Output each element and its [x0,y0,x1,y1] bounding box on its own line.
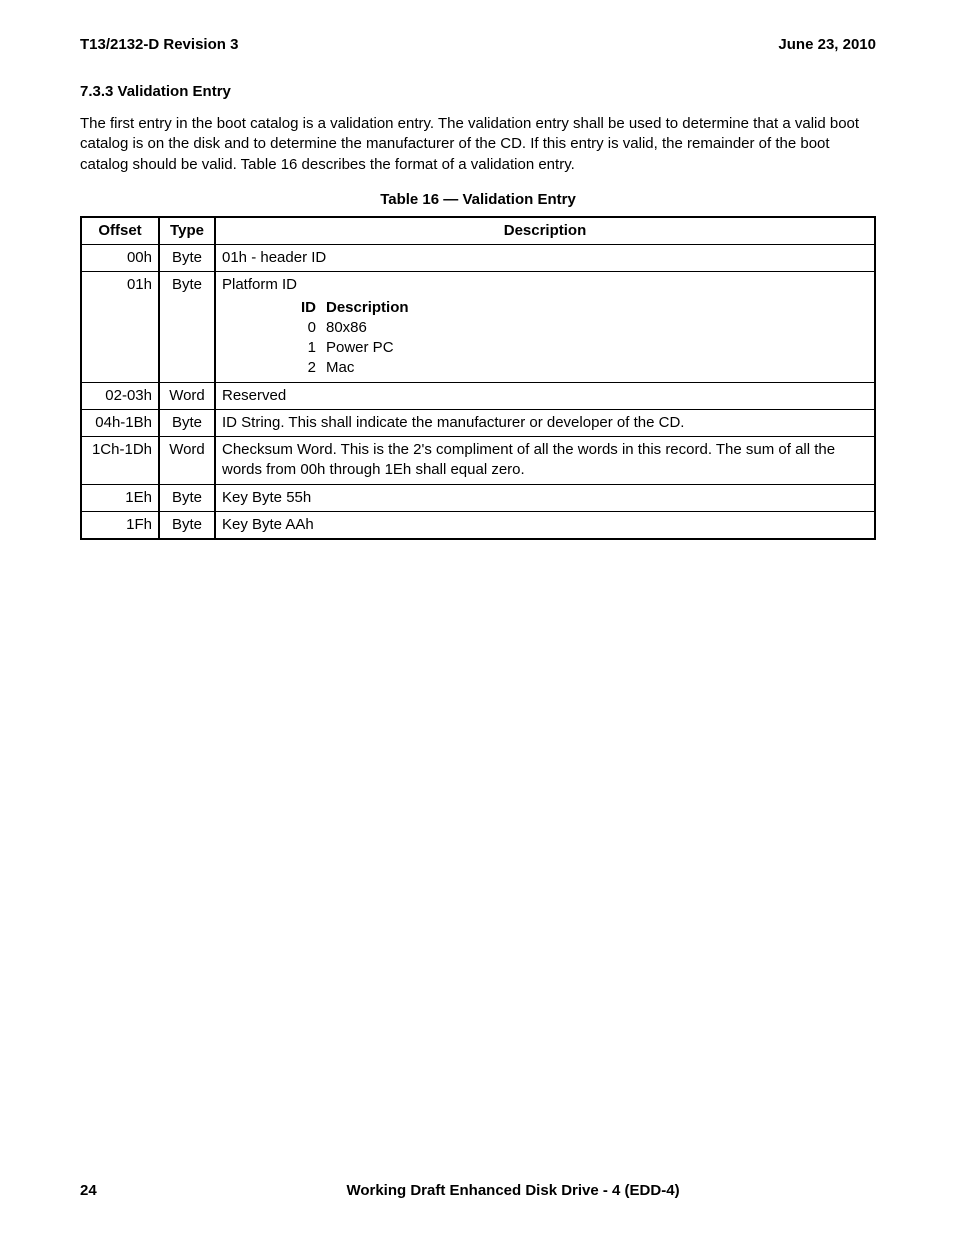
section-heading: 7.3.3 Validation Entry [80,83,876,100]
cell-description: Checksum Word. This is the 2's complimen… [215,437,875,485]
sub-desc: Mac [326,358,354,378]
table-row: 1Ch-1Dh Word Checksum Word. This is the … [81,437,875,485]
sub-id: 1 [272,338,316,358]
cell-type: Byte [159,272,215,382]
doc-date: June 23, 2010 [778,36,876,53]
col-header-type: Type [159,217,215,245]
cell-offset: 1Ch-1Dh [81,437,159,485]
sub-col-description: Description [326,298,409,318]
cell-offset: 1Fh [81,511,159,539]
page-number: 24 [80,1182,150,1199]
sub-desc: 80x86 [326,318,367,338]
sub-desc: Power PC [326,338,394,358]
col-header-offset: Offset [81,217,159,245]
cell-description: Platform ID ID Description 0 80x86 1 Pow… [215,272,875,382]
table-caption: Table 16 — Validation Entry [80,191,876,208]
sub-col-id: ID [272,298,316,318]
subtable-row: 2 Mac [272,358,868,378]
cell-offset: 1Eh [81,484,159,511]
cell-description: 01h - header ID [215,245,875,272]
cell-description: Reserved [215,382,875,409]
table-header-row: Offset Type Description [81,217,875,245]
sub-id: 2 [272,358,316,378]
cell-offset: 00h [81,245,159,272]
subtable-row: 0 80x86 [272,318,868,338]
subtable-header-row: ID Description [272,298,868,318]
table-row: 1Fh Byte Key Byte AAh [81,511,875,539]
page-footer: 24 Working Draft Enhanced Disk Drive - 4… [80,1182,876,1199]
cell-type: Byte [159,484,215,511]
footer-title: Working Draft Enhanced Disk Drive - 4 (E… [150,1182,876,1199]
validation-entry-table: Offset Type Description 00h Byte 01h - h… [80,216,876,540]
cell-description: Key Byte 55h [215,484,875,511]
cell-type: Byte [159,511,215,539]
cell-description-text: Platform ID [222,276,297,293]
doc-id: T13/2132-D Revision 3 [80,36,238,53]
table-row: 04h-1Bh Byte ID String. This shall indic… [81,409,875,436]
table-row: 02-03h Word Reserved [81,382,875,409]
table-row: 01h Byte Platform ID ID Description 0 80… [81,272,875,382]
sub-id: 0 [272,318,316,338]
cell-offset: 01h [81,272,159,382]
page-header: T13/2132-D Revision 3 June 23, 2010 [80,36,876,53]
cell-type: Word [159,437,215,485]
cell-description: Key Byte AAh [215,511,875,539]
col-header-description: Description [215,217,875,245]
cell-type: Byte [159,245,215,272]
section-paragraph: The first entry in the boot catalog is a… [80,114,876,175]
cell-description: ID String. This shall indicate the manuf… [215,409,875,436]
table-row: 00h Byte 01h - header ID [81,245,875,272]
cell-offset: 02-03h [81,382,159,409]
subtable-row: 1 Power PC [272,338,868,358]
table-row: 1Eh Byte Key Byte 55h [81,484,875,511]
cell-type: Word [159,382,215,409]
cell-offset: 04h-1Bh [81,409,159,436]
cell-type: Byte [159,409,215,436]
platform-id-subtable: ID Description 0 80x86 1 Power PC 2 Mac [272,298,868,379]
